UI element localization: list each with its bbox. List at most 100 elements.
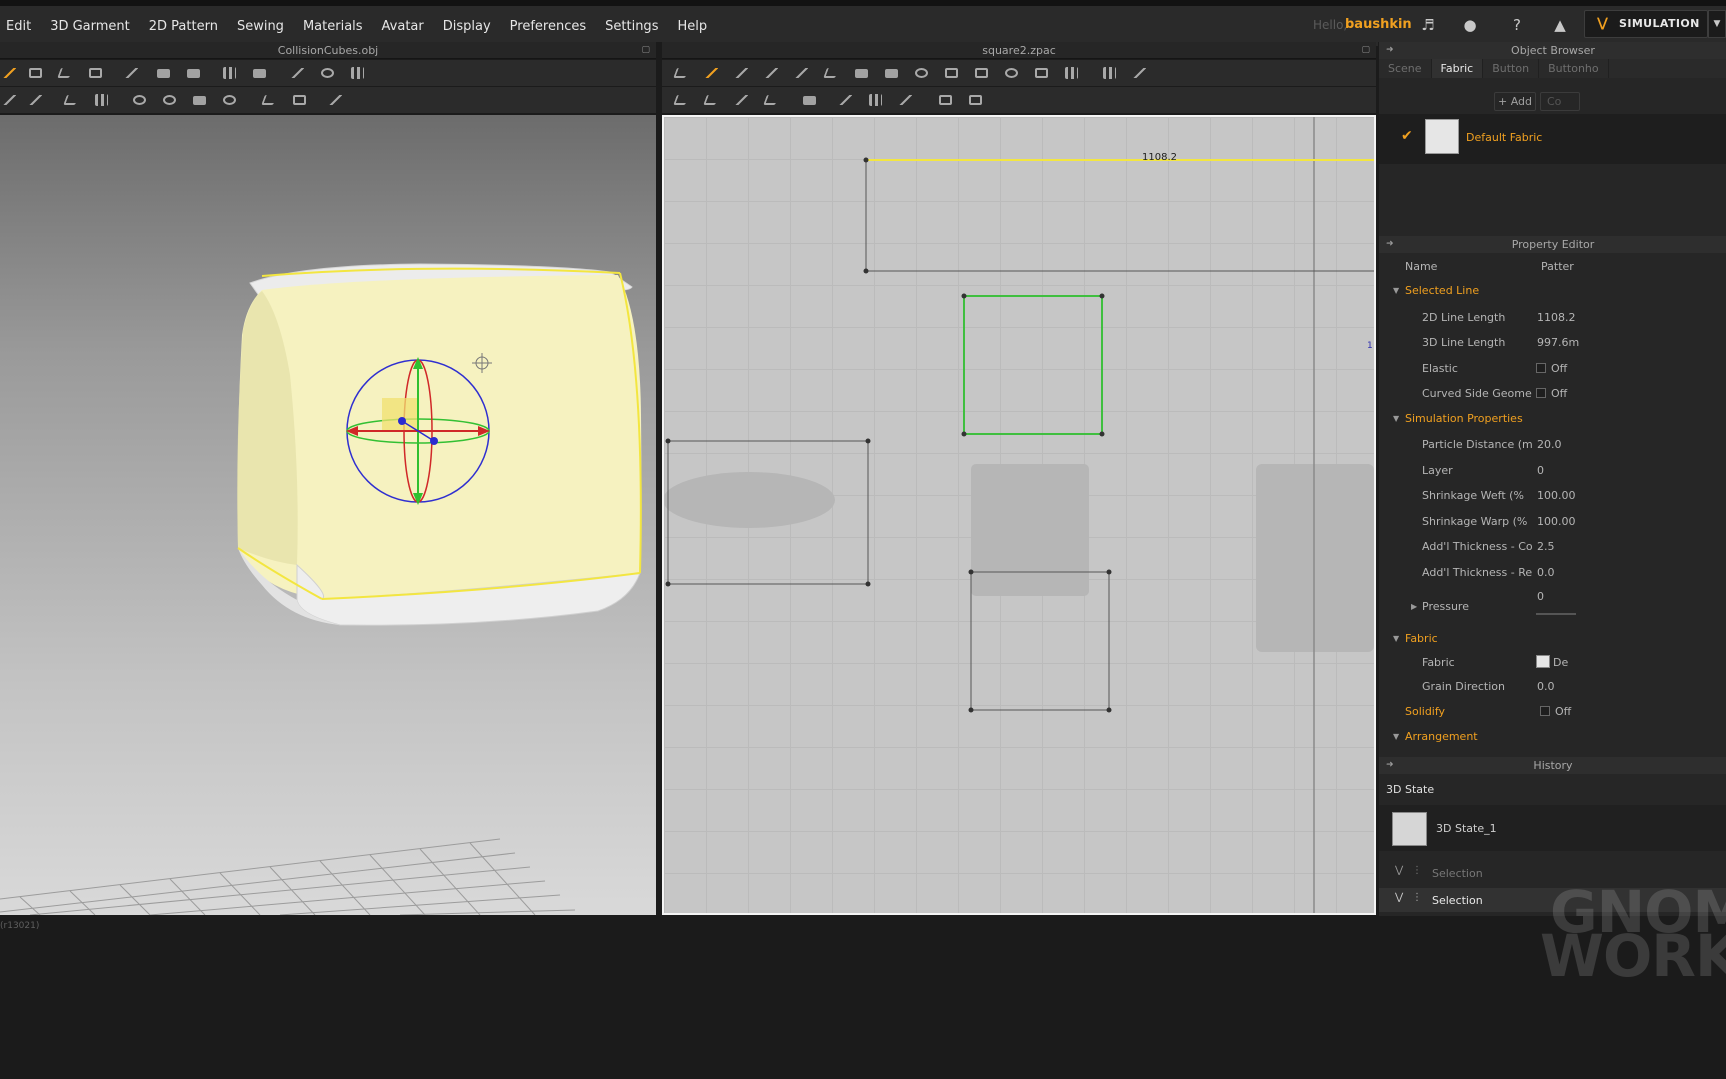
menu-sewing[interactable]: Sewing bbox=[237, 19, 284, 34]
lasso-icon[interactable] bbox=[320, 65, 336, 80]
transform-pattern-icon[interactable] bbox=[673, 65, 690, 80]
property-value[interactable]: 100.00 bbox=[1537, 489, 1576, 502]
edit-texture-icon[interactable] bbox=[838, 92, 854, 107]
internal-rectangle-icon[interactable] bbox=[974, 65, 990, 80]
add-point-icon[interactable] bbox=[794, 65, 810, 80]
edit-sewing-icon[interactable] bbox=[802, 92, 818, 107]
tshirt-icon[interactable]: ▲ bbox=[1548, 13, 1572, 37]
viewport-3d[interactable] bbox=[0, 115, 656, 915]
button-icon[interactable] bbox=[132, 92, 148, 107]
menu-preferences[interactable]: Preferences bbox=[510, 19, 586, 34]
section-arrangement[interactable]: ▼ Arrangement bbox=[1379, 724, 1726, 749]
curve-point-icon[interactable] bbox=[764, 65, 780, 80]
menu-edit[interactable]: Edit bbox=[6, 19, 31, 34]
copy-fabric-button[interactable]: Co bbox=[1540, 92, 1580, 111]
internal-circle-icon[interactable] bbox=[1004, 65, 1020, 80]
dock-arrow-icon[interactable]: ➜ bbox=[1386, 42, 1394, 59]
pattern-piece-top[interactable] bbox=[863, 157, 1375, 274]
polygon-icon[interactable] bbox=[854, 65, 870, 80]
menu-settings[interactable]: Settings bbox=[605, 19, 658, 34]
sewing-line-icon[interactable] bbox=[124, 65, 140, 80]
property-value[interactable]: 0 bbox=[1537, 590, 1544, 603]
grab-icon[interactable] bbox=[222, 92, 238, 107]
topstitch-icon[interactable] bbox=[261, 92, 278, 107]
solidify-checkbox[interactable] bbox=[1540, 706, 1550, 716]
fold-arrangement-icon[interactable] bbox=[1102, 65, 1118, 80]
segment-sewing-icon[interactable] bbox=[673, 92, 690, 107]
texture-icon[interactable] bbox=[292, 92, 308, 107]
select-box-icon[interactable] bbox=[28, 65, 44, 80]
property-row-pressure[interactable]: ▶ Pressure 0 bbox=[1379, 583, 1726, 615]
tab-scene[interactable]: Scene bbox=[1379, 59, 1432, 78]
multi-sewing-icon[interactable] bbox=[734, 92, 750, 107]
pattern-piece-selected[interactable] bbox=[961, 293, 1105, 437]
collision-cube-fabric[interactable] bbox=[237, 263, 642, 626]
lasso-pattern-icon[interactable] bbox=[968, 92, 984, 107]
tab-button[interactable]: Button bbox=[1483, 59, 1540, 78]
username[interactable]: baushkin bbox=[1345, 17, 1412, 32]
section-simulation-properties[interactable]: ▼ Simulation Properties bbox=[1379, 406, 1726, 431]
brush-icon[interactable] bbox=[28, 92, 44, 107]
add-fabric-button[interactable]: + Add bbox=[1494, 92, 1536, 111]
dock-arrow-icon[interactable]: ➜ bbox=[1386, 236, 1394, 253]
property-value[interactable]: 0.0 bbox=[1537, 680, 1555, 693]
user-icon[interactable]: ● bbox=[1458, 13, 1482, 37]
maximize-icon[interactable]: ▢ bbox=[641, 42, 650, 59]
property-value[interactable]: De bbox=[1553, 656, 1568, 669]
property-value[interactable]: 2.5 bbox=[1537, 540, 1555, 553]
rectangle-icon[interactable] bbox=[884, 65, 900, 80]
simulation-button[interactable]: ⋁ SIMULATION bbox=[1584, 10, 1708, 38]
history-state-item[interactable]: 3D State_1 bbox=[1379, 805, 1726, 851]
edit-point-icon[interactable] bbox=[823, 65, 840, 80]
circle-icon[interactable] bbox=[914, 65, 930, 80]
edit-curve-icon[interactable] bbox=[734, 65, 750, 80]
menu-3d-garment[interactable]: 3D Garment bbox=[50, 19, 130, 34]
pleat-icon[interactable] bbox=[1064, 65, 1080, 80]
check-sewing-icon[interactable] bbox=[763, 92, 780, 107]
menu-avatar[interactable]: Avatar bbox=[382, 19, 424, 34]
dart-icon[interactable] bbox=[1034, 65, 1050, 80]
fabric-list-item[interactable]: ✔ Default Fabric bbox=[1379, 114, 1726, 164]
ruler-icon[interactable] bbox=[350, 65, 366, 80]
dock-arrow-icon[interactable]: ➜ bbox=[1386, 757, 1394, 774]
simulation-dropdown-icon[interactable]: ▼ bbox=[1708, 10, 1726, 38]
free-sewing-icon[interactable] bbox=[703, 92, 720, 107]
property-value[interactable]: 0.0 bbox=[1537, 566, 1555, 579]
menu-2d-pattern[interactable]: 2D Pattern bbox=[149, 19, 218, 34]
garment-icon[interactable] bbox=[186, 65, 202, 80]
internal-polygon-icon[interactable] bbox=[944, 65, 960, 80]
tab-buttonhole[interactable]: Buttonho bbox=[1539, 59, 1609, 78]
pressure-slider[interactable] bbox=[1536, 613, 1576, 615]
section-selected-line[interactable]: ▼ Selected Line bbox=[1379, 278, 1726, 303]
menu-display[interactable]: Display bbox=[443, 19, 491, 34]
property-value[interactable]: 100.00 bbox=[1537, 515, 1576, 528]
graphic-icon[interactable] bbox=[898, 92, 914, 107]
tab-fabric[interactable]: Fabric bbox=[1431, 59, 1484, 78]
select-mesh-icon[interactable] bbox=[57, 65, 74, 80]
help-icon[interactable]: ? bbox=[1505, 13, 1529, 37]
select-move-icon[interactable] bbox=[88, 65, 104, 80]
curved-side-checkbox[interactable] bbox=[1536, 388, 1546, 398]
transform-tool-icon[interactable] bbox=[2, 65, 18, 80]
section-fabric[interactable]: ▼ Fabric bbox=[1379, 626, 1726, 651]
tack-icon[interactable] bbox=[290, 65, 306, 80]
menu-materials[interactable]: Materials bbox=[303, 19, 363, 34]
measure-icon[interactable] bbox=[63, 92, 80, 107]
fold-icon[interactable] bbox=[156, 65, 172, 80]
elastic-checkbox[interactable] bbox=[1536, 363, 1546, 373]
edit-pattern-icon[interactable] bbox=[704, 65, 720, 80]
buttonhole-icon[interactable] bbox=[162, 92, 178, 107]
avatar-icon[interactable] bbox=[252, 65, 268, 80]
property-value[interactable]: 20.0 bbox=[1537, 438, 1562, 451]
viewport-2d[interactable]: 1108.2 1 bbox=[662, 115, 1376, 915]
property-value[interactable]: 1108.2 bbox=[1537, 311, 1576, 324]
select-all-icon[interactable] bbox=[938, 92, 954, 107]
line-icon[interactable] bbox=[192, 92, 208, 107]
maximize-icon[interactable]: ▢ bbox=[1361, 42, 1370, 59]
menu-help[interactable]: Help bbox=[677, 19, 707, 34]
zipper-icon[interactable] bbox=[328, 92, 344, 107]
arrange-icon[interactable] bbox=[222, 65, 238, 80]
mesh-icon[interactable] bbox=[94, 92, 110, 107]
property-value[interactable]: 0 bbox=[1537, 464, 1544, 477]
texture-map-icon[interactable] bbox=[868, 92, 884, 107]
